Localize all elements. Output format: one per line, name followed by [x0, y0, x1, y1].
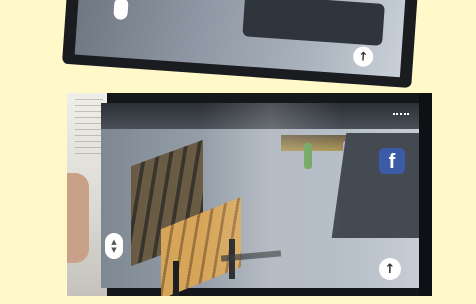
game-screen[interactable]: f ▲ ▼ ↑: [101, 103, 432, 296]
paper-text: [75, 99, 103, 159]
tablet-bezel: [419, 93, 432, 296]
top-game-screen: ↑: [74, 0, 408, 78]
move-joystick-icon[interactable]: ▲ ▼: [105, 233, 123, 259]
top-tablet-photo: ↑: [61, 0, 421, 89]
main-tablet-photo: f ▲ ▼ ↑: [67, 93, 432, 296]
status-dots-icon: [393, 113, 409, 121]
joystick-down: ▼: [111, 246, 117, 254]
arrow-up-icon[interactable]: ↑: [352, 45, 374, 68]
move-joystick-icon[interactable]: [113, 0, 129, 21]
arrow-up-icon[interactable]: ↑: [379, 258, 401, 280]
thumb: [67, 173, 89, 263]
bench-leg: [173, 261, 179, 296]
screen-glare: [201, 103, 341, 288]
joystick-up: ▲: [111, 238, 117, 246]
facebook-icon[interactable]: f: [379, 148, 405, 174]
dark-wall: [242, 0, 385, 46]
